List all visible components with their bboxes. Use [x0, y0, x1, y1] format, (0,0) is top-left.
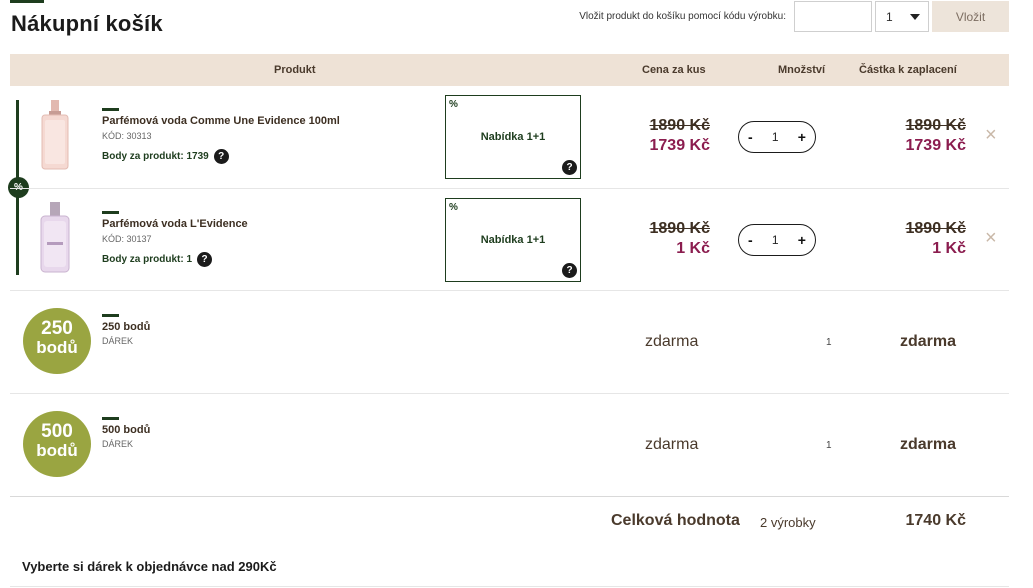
- remove-item-icon[interactable]: ×: [985, 124, 997, 147]
- quantity-value[interactable]: 1: [772, 130, 779, 144]
- offer-percent: %: [449, 202, 458, 213]
- product-image-perfume-lilac: [40, 202, 70, 273]
- product-image-perfume-pink: [41, 100, 69, 170]
- product-name[interactable]: Parfémová voda L'Evidence: [102, 218, 248, 230]
- chevron-down-icon: [910, 14, 920, 20]
- total-value: 1740 Kč: [905, 512, 967, 529]
- offer-box: % Nabídka 1+1 ?: [445, 198, 581, 282]
- cart-table-header: Produkt Cena za kus Množství Částka k za…: [10, 54, 1009, 86]
- unit-price-discounted: 1739 Kč: [649, 137, 711, 154]
- increase-button[interactable]: +: [798, 129, 806, 145]
- unit-price-original: 1890 Kč: [649, 220, 711, 237]
- gift-accent-bar: [102, 417, 119, 420]
- add-by-code-label: Vložit produkt do košíku pomocí kódu výr…: [579, 11, 786, 22]
- gift-quantity: 1: [826, 440, 832, 451]
- quantity-stepper: - 1 +: [738, 121, 816, 153]
- unit-price-discounted: 1 Kč: [676, 240, 710, 257]
- offer-label: Nabídka 1+1: [480, 131, 546, 143]
- product-points-text: Body za produkt: 1739: [102, 151, 209, 162]
- insert-button[interactable]: Vložit: [932, 1, 1009, 32]
- gift-amount: zdarma: [900, 436, 957, 453]
- divider: [10, 586, 1009, 587]
- product-code-input[interactable]: [794, 1, 872, 32]
- amount-original: 1890 Kč: [905, 117, 967, 134]
- gift-selection-note: Vyberte si dárek k objednávce nad 290Kč: [22, 559, 277, 574]
- quantity-select[interactable]: 1: [875, 1, 929, 32]
- gift-accent-bar: [102, 314, 119, 317]
- gift-row: [10, 291, 1009, 394]
- product-code: KÓD: 30137: [102, 234, 152, 244]
- help-icon[interactable]: ?: [562, 263, 577, 278]
- gift-unit-price: zdarma: [645, 436, 699, 453]
- header-product: Produkt: [274, 64, 316, 76]
- header-quantity: Množství: [778, 64, 826, 76]
- item-accent-bar: [102, 108, 119, 111]
- gift-name: 500 bodů: [102, 424, 151, 436]
- gift-points-badge: 500 bodů: [23, 411, 91, 477]
- unit-price-original: 1890 Kč: [649, 117, 711, 134]
- decrease-button[interactable]: -: [748, 232, 753, 248]
- gift-points-number: 250: [41, 318, 73, 339]
- product-points-text: Body za produkt: 1: [102, 254, 193, 265]
- help-icon[interactable]: ?: [197, 252, 213, 267]
- amount-original: 1890 Kč: [905, 220, 967, 237]
- product-points: Body za produkt: 1 ?: [102, 252, 213, 267]
- item-accent-bar: [102, 211, 119, 214]
- decrease-button[interactable]: -: [748, 129, 753, 145]
- product-points: Body za produkt: 1739 ?: [102, 149, 229, 164]
- title-accent-bar: [10, 0, 44, 3]
- offer-label: Nabídka 1+1: [480, 234, 546, 246]
- gift-points-unit: bodů: [36, 441, 78, 460]
- product-name[interactable]: Parfémová voda Comme Une Evidence 100ml: [102, 115, 340, 127]
- help-icon[interactable]: ?: [213, 149, 229, 164]
- total-item-count: 2 výrobky: [760, 515, 816, 530]
- offer-box: % Nabídka 1+1 ?: [445, 95, 581, 179]
- gift-unit-price: zdarma: [645, 333, 699, 350]
- header-unit-price: Cena za kus: [642, 64, 706, 76]
- gift-row: [10, 394, 1009, 497]
- header-amount: Částka k zaplacení: [859, 64, 957, 76]
- gift-points-number: 500: [41, 421, 73, 442]
- amount-discounted: 1739 Kč: [905, 137, 967, 154]
- quantity-stepper: - 1 +: [738, 224, 816, 256]
- total-label: Celková hodnota: [611, 512, 740, 529]
- gift-name: 250 bodů: [102, 321, 151, 333]
- gift-type: DÁREK: [102, 336, 134, 346]
- remove-item-icon[interactable]: ×: [985, 227, 997, 250]
- gift-points-badge: 250 bodů: [23, 308, 91, 374]
- quantity-select-value: 1: [886, 9, 893, 24]
- add-by-code-bar: Vložit produkt do košíku pomocí kódu výr…: [579, 1, 1009, 32]
- page-title: Nákupní košík: [11, 11, 163, 36]
- offer-percent: %: [449, 99, 458, 110]
- gift-quantity: 1: [826, 337, 832, 348]
- amount-discounted: 1 Kč: [932, 240, 966, 257]
- gift-points-unit: bodů: [36, 338, 78, 357]
- help-icon[interactable]: ?: [562, 160, 577, 175]
- quantity-value[interactable]: 1: [772, 233, 779, 247]
- product-code: KÓD: 30313: [102, 131, 152, 141]
- increase-button[interactable]: +: [798, 232, 806, 248]
- gift-amount: zdarma: [900, 333, 957, 350]
- gift-type: DÁREK: [102, 439, 134, 449]
